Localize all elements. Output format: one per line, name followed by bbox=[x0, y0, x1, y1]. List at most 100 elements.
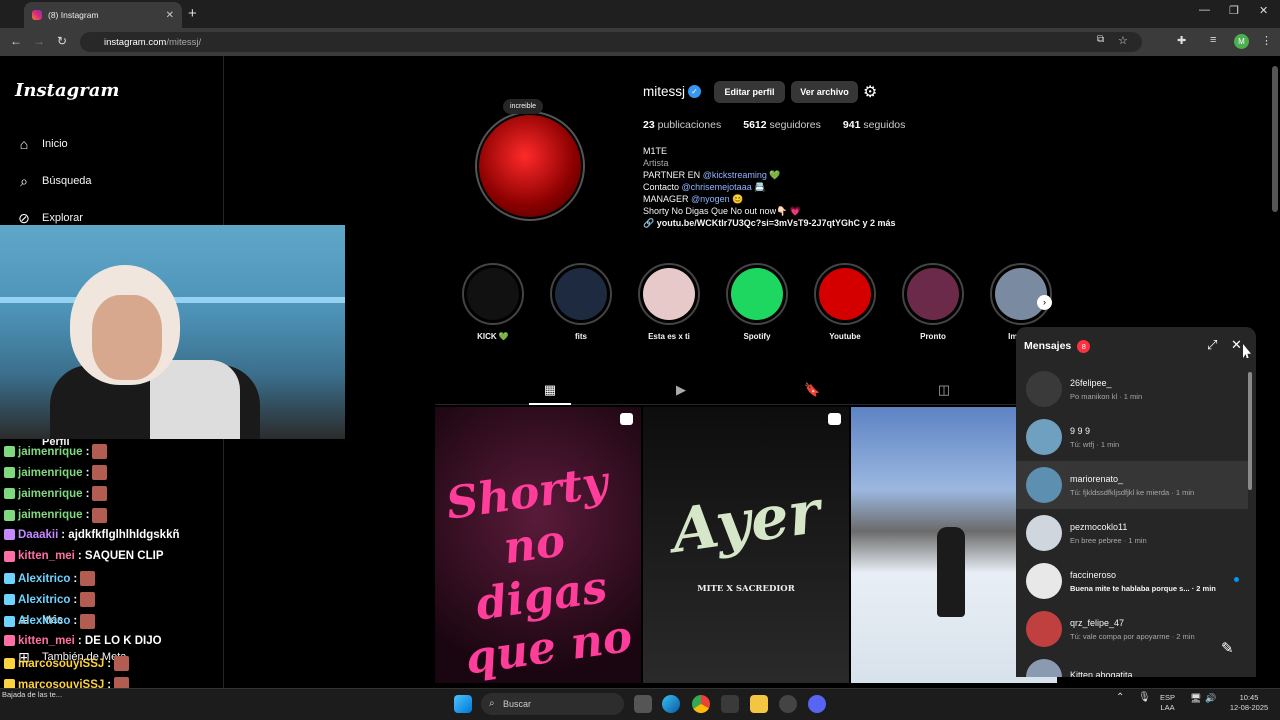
sidebar-item-busqueda[interactable]: ⌕ Búsqueda bbox=[16, 173, 91, 189]
task-view-icon[interactable] bbox=[634, 695, 652, 713]
bio-external-link[interactable]: 🔗 youtu.be/WCKtlr7U3Qc?si=3mVsT9-2J7qtYG… bbox=[643, 217, 896, 229]
file-explorer-icon[interactable] bbox=[750, 695, 768, 713]
following-stat[interactable]: 941 seguidos bbox=[843, 119, 905, 131]
chat-message: kitten_mei: DE LO K DIJO bbox=[4, 635, 162, 647]
instagram-logo[interactable]: Instagram bbox=[15, 80, 119, 101]
language-indicator[interactable]: ESP LAA bbox=[1160, 693, 1175, 713]
messages-scrollbar[interactable] bbox=[1248, 372, 1252, 490]
story-highlight[interactable]: KICK 💚 bbox=[462, 263, 524, 341]
highlight-label: Youtube bbox=[829, 332, 861, 341]
taskbar-search[interactable]: ⌕ Buscar bbox=[481, 693, 624, 715]
chat-message: kitten_mei: SAQUEN CLIP bbox=[4, 550, 164, 562]
active-tab-indicator bbox=[529, 403, 571, 405]
post-subtitle: MITE X SACREDIOR bbox=[697, 584, 795, 594]
conversation-row[interactable]: Kitten abogatita bbox=[1016, 653, 1248, 677]
page-scrollbar[interactable] bbox=[1272, 66, 1278, 212]
microphone-icon[interactable]: 🎙 bbox=[1138, 693, 1151, 703]
sidebar-item-explorar[interactable]: ⊘ Explorar bbox=[16, 210, 83, 226]
compose-message-icon[interactable]: ✎ bbox=[1221, 639, 1234, 657]
verified-badge-icon: ✓ bbox=[688, 85, 701, 98]
post-tile[interactable]: Shorty no digas que no bbox=[435, 407, 641, 683]
bio-mention-link[interactable]: @kickstreaming bbox=[703, 170, 767, 180]
messages-panel: Mensajes 8 ⤢ ✕ 26felipee_ Po manikon kl ·… bbox=[1016, 327, 1256, 677]
followers-stat[interactable]: 5612 seguidores bbox=[743, 119, 821, 131]
link-icon: 🔗 bbox=[643, 218, 655, 228]
conversation-preview: Buena mite te hablaba porque s... · 2 mi… bbox=[1070, 583, 1216, 593]
conversation-row[interactable]: 9 9 9 Tú: wtfj · 1 min bbox=[1016, 413, 1248, 461]
chat-text: : bbox=[73, 593, 78, 606]
bookmark-star-icon[interactable]: ☆ bbox=[1118, 34, 1128, 47]
chrome-icon[interactable] bbox=[692, 695, 710, 713]
address-bar[interactable]: instagram.com/mitessj/ bbox=[80, 32, 1142, 52]
tray-expand-icon[interactable]: ⌃ bbox=[1116, 693, 1124, 703]
profile-avatar-icon[interactable]: M bbox=[1234, 34, 1249, 49]
posts-stat: 23 publicaciones bbox=[643, 119, 722, 131]
highlight-label: KICK 💚 bbox=[477, 332, 509, 341]
clock[interactable]: 10:45 12-08-2025 bbox=[1224, 693, 1274, 713]
forward-icon[interactable]: → bbox=[33, 34, 45, 48]
back-icon[interactable]: ← bbox=[10, 34, 22, 48]
conversation-row[interactable]: 26felipee_ Po manikon kl · 1 min bbox=[1016, 365, 1248, 413]
conversation-row[interactable]: qrz_felipe_47 Tú: vale compa por apoyarme… bbox=[1016, 605, 1248, 653]
story-highlight[interactable]: fits bbox=[550, 263, 612, 341]
bio-mention-link[interactable]: @nyogen bbox=[691, 194, 730, 204]
chat-text: : bbox=[107, 678, 112, 688]
bio-mention-link[interactable]: @chrisemejotaaa bbox=[682, 182, 752, 192]
browser-menu-icon[interactable]: ⋮ bbox=[1261, 34, 1272, 47]
story-highlight[interactable]: Pronto bbox=[902, 263, 964, 341]
conversation-row[interactable]: faccineroso Buena mite te hablaba porque … bbox=[1016, 557, 1248, 605]
minimize-icon[interactable]: — bbox=[1199, 4, 1210, 16]
tab-saved-icon[interactable]: 🔖 bbox=[804, 382, 820, 398]
tab-reels-icon[interactable]: ▶ bbox=[673, 382, 689, 398]
extensions-icon[interactable]: ✚ bbox=[1177, 34, 1186, 47]
story-highlight[interactable]: Spotify bbox=[726, 263, 788, 341]
post-tile[interactable]: Ayer MITE X SACREDIOR bbox=[643, 407, 849, 683]
app-icon[interactable] bbox=[721, 695, 739, 713]
highlight-cover bbox=[462, 263, 524, 325]
new-tab-button[interactable]: + bbox=[188, 5, 197, 22]
chat-username: Alexitrico bbox=[18, 572, 71, 585]
browser-tab[interactable]: (8) Instagram ✕ bbox=[24, 2, 182, 28]
sidebar-item-label: Explorar bbox=[42, 212, 83, 224]
install-app-icon[interactable]: ⧉ bbox=[1097, 34, 1104, 45]
expand-icon[interactable]: ⤢ bbox=[1207, 337, 1217, 353]
network-icon[interactable]: 🖥 bbox=[1190, 693, 1201, 703]
search-icon: ⌕ bbox=[20, 173, 28, 189]
avatar bbox=[1026, 611, 1062, 647]
close-window-icon[interactable]: ✕ bbox=[1259, 4, 1268, 17]
edge-icon[interactable] bbox=[662, 695, 680, 713]
profile-avatar[interactable] bbox=[479, 115, 581, 217]
chat-badge-icon bbox=[4, 467, 15, 479]
story-highlight[interactable]: Esta es x ti bbox=[638, 263, 700, 341]
view-archive-button[interactable]: Ver archivo bbox=[791, 81, 858, 103]
search-icon: ⌕ bbox=[489, 698, 495, 709]
taskbar-notification[interactable]: Bajada de las te... bbox=[2, 690, 102, 699]
edit-profile-button[interactable]: Editar perfil bbox=[714, 81, 785, 103]
reload-icon[interactable]: ↻ bbox=[57, 34, 67, 48]
tab-tagged-icon[interactable]: ◫ bbox=[936, 382, 952, 398]
profile-note[interactable]: increible bbox=[503, 99, 544, 114]
close-tab-icon[interactable]: ✕ bbox=[166, 10, 174, 21]
conversation-row[interactable]: mariorenato_ Tú: fjkldssdfkljsdfjkl ke mi… bbox=[1016, 461, 1248, 509]
settings-gear-icon[interactable]: ⚙ bbox=[863, 82, 877, 102]
media-icon[interactable]: ≡ bbox=[1210, 34, 1216, 46]
close-icon[interactable]: ✕ bbox=[1231, 337, 1242, 353]
volume-icon[interactable]: 🔊 bbox=[1205, 693, 1216, 703]
conversation-name: 9 9 9 bbox=[1070, 425, 1091, 436]
streamer-face bbox=[92, 295, 162, 380]
maximize-icon[interactable]: ❐ bbox=[1229, 4, 1239, 17]
url-host: instagram.com bbox=[104, 36, 167, 48]
chat-badge-icon bbox=[4, 635, 15, 647]
conversation-row[interactable]: pezmocoklo11 En bree pebree · 1 min bbox=[1016, 509, 1248, 557]
highlights-next-icon[interactable]: › bbox=[1037, 295, 1052, 310]
discord-icon[interactable] bbox=[808, 695, 826, 713]
windows-start-icon[interactable] bbox=[454, 695, 472, 713]
bio-name: M1TE bbox=[643, 146, 668, 156]
tab-posts-grid-icon[interactable]: ▦ bbox=[542, 382, 558, 398]
story-highlight[interactable]: Youtube bbox=[814, 263, 876, 341]
chat-emote-icon bbox=[80, 613, 96, 629]
sidebar-item-inicio[interactable]: ⌂ Inicio bbox=[16, 136, 68, 152]
person-figure bbox=[937, 527, 965, 617]
obs-icon[interactable] bbox=[779, 695, 797, 713]
chat-emote-icon bbox=[114, 656, 130, 671]
